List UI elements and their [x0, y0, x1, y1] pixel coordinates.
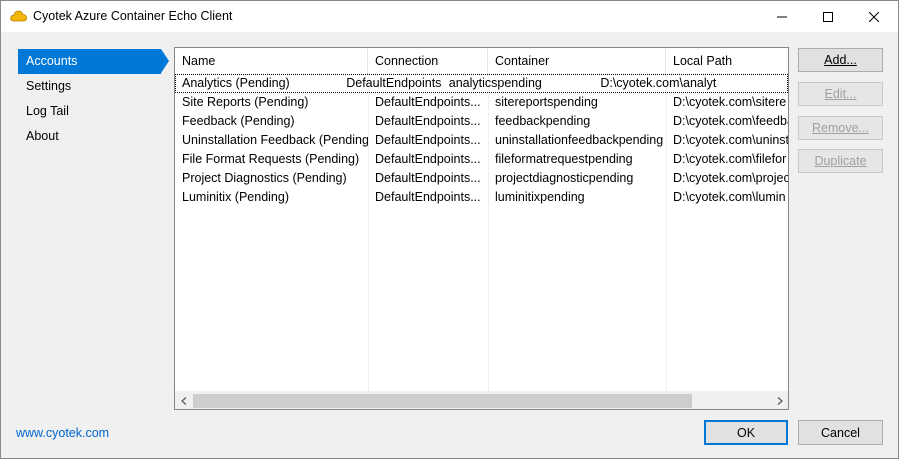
column-header-container[interactable]: Container — [488, 48, 666, 74]
column-header-connection[interactable]: Connection — [368, 48, 488, 74]
cell-name: Project Diagnostics (Pending) — [182, 171, 347, 185]
cell-name: Feedback (Pending) — [182, 114, 295, 128]
sidebar-nav: Accounts Settings Log Tail About — [18, 49, 169, 149]
cell-local-path: D:\cyotek.com\lumin — [673, 190, 786, 204]
cell-container: projectdiagnosticpending — [495, 171, 634, 185]
cell-connection: DefaultEndpoints... — [375, 190, 481, 204]
sidebar-item-about[interactable]: About — [18, 124, 168, 149]
list-row[interactable]: Site Reports (Pending) DefaultEndpoints.… — [175, 93, 788, 112]
cell-name: Luminitix (Pending) — [182, 190, 289, 204]
cell-local-path: D:\cyotek.com\feedba — [673, 114, 789, 128]
minimize-button[interactable] — [759, 1, 805, 32]
list-row[interactable]: Uninstallation Feedback (Pending) Defaul… — [175, 131, 789, 150]
cell-local-path: D:\cyotek.com\analyt — [600, 76, 717, 90]
scrollbar-thumb[interactable] — [193, 394, 692, 408]
cell-connection: DefaultEndpoints... — [375, 152, 481, 166]
list-row[interactable]: Project Diagnostics (Pending) DefaultEnd… — [175, 169, 789, 188]
column-header-local-path[interactable]: Local Path — [666, 48, 788, 74]
maximize-button[interactable] — [805, 1, 851, 32]
list-header: Name Connection Container Local Path — [175, 48, 788, 74]
cell-connection: DefaultEndpoints... — [375, 171, 481, 185]
cell-name: Analytics (Pending) — [182, 76, 290, 90]
window-title: Cyotek Azure Container Echo Client — [33, 9, 233, 23]
cell-local-path: D:\cyotek.com\filefor — [673, 152, 787, 166]
scroll-right-button[interactable] — [771, 392, 788, 409]
column-header-name[interactable]: Name — [175, 48, 368, 74]
edit-button[interactable]: Edit... — [798, 82, 883, 106]
cell-name: File Format Requests (Pending) — [182, 152, 360, 166]
close-button[interactable] — [851, 1, 897, 32]
list-row[interactable]: Feedback (Pending) DefaultEndpoints... f… — [175, 112, 789, 131]
cell-local-path: D:\cyotek.com\sitere — [673, 95, 787, 109]
cell-container: fileformatrequestpending — [495, 152, 633, 166]
cell-local-path: D:\cyotek.com\projec — [673, 171, 789, 185]
list-row[interactable]: Analytics (Pending) DefaultEndpoints... … — [175, 74, 788, 93]
ok-button[interactable]: OK — [704, 420, 788, 445]
close-icon — [869, 11, 879, 22]
maximize-icon — [823, 11, 833, 22]
cell-connection: DefaultEndpoints... — [375, 133, 481, 147]
chevron-left-icon — [180, 397, 186, 405]
website-link[interactable]: www.cyotek.com — [16, 426, 109, 440]
add-button-label: Add... — [824, 53, 857, 67]
list-row[interactable]: File Format Requests (Pending) DefaultEn… — [175, 150, 788, 169]
cell-connection: DefaultEndpoints... — [346, 76, 442, 90]
cell-container: sitereportspending — [495, 95, 598, 109]
remove-button[interactable]: Remove... — [798, 116, 883, 140]
cell-container: analyticspending — [448, 76, 542, 90]
cancel-button[interactable]: Cancel — [798, 420, 883, 445]
duplicate-button[interactable]: Duplicate — [798, 149, 883, 173]
cell-container: uninstallationfeedbackpending — [495, 133, 664, 147]
cloud-icon — [10, 10, 27, 22]
remove-button-label: Remove... — [812, 121, 869, 135]
cell-connection: DefaultEndpoints... — [375, 95, 481, 109]
sidebar-item-settings[interactable]: Settings — [18, 74, 168, 99]
cell-connection: DefaultEndpoints... — [375, 114, 481, 128]
duplicate-button-label: Duplicate — [814, 154, 867, 168]
add-button[interactable]: Add... — [798, 48, 883, 72]
cell-container: feedbackpending — [495, 114, 591, 128]
title-bar[interactable]: Cyotek Azure Container Echo Client — [1, 1, 898, 32]
cell-name: Site Reports (Pending) — [182, 95, 309, 109]
minimize-icon — [777, 16, 787, 17]
accounts-list[interactable]: Name Connection Container Local Path Ana… — [174, 47, 789, 410]
cell-name: Uninstallation Feedback (Pending) — [182, 133, 368, 147]
main-window: Cyotek Azure Container Echo Client Accou… — [0, 0, 899, 459]
list-body: Analytics (Pending) DefaultEndpoints... … — [175, 74, 789, 207]
edit-button-label: Edit... — [824, 87, 857, 101]
list-row[interactable]: Luminitix (Pending) DefaultEndpoints... … — [175, 188, 788, 207]
sidebar-item-log-tail[interactable]: Log Tail — [18, 99, 168, 124]
chevron-right-icon — [777, 397, 783, 405]
horizontal-scrollbar[interactable] — [175, 391, 788, 409]
scroll-left-button[interactable] — [175, 392, 192, 409]
cell-local-path: D:\cyotek.com\uninst — [673, 133, 789, 147]
cell-container: luminitixpending — [495, 190, 585, 204]
sidebar-item-accounts[interactable]: Accounts — [18, 49, 169, 74]
